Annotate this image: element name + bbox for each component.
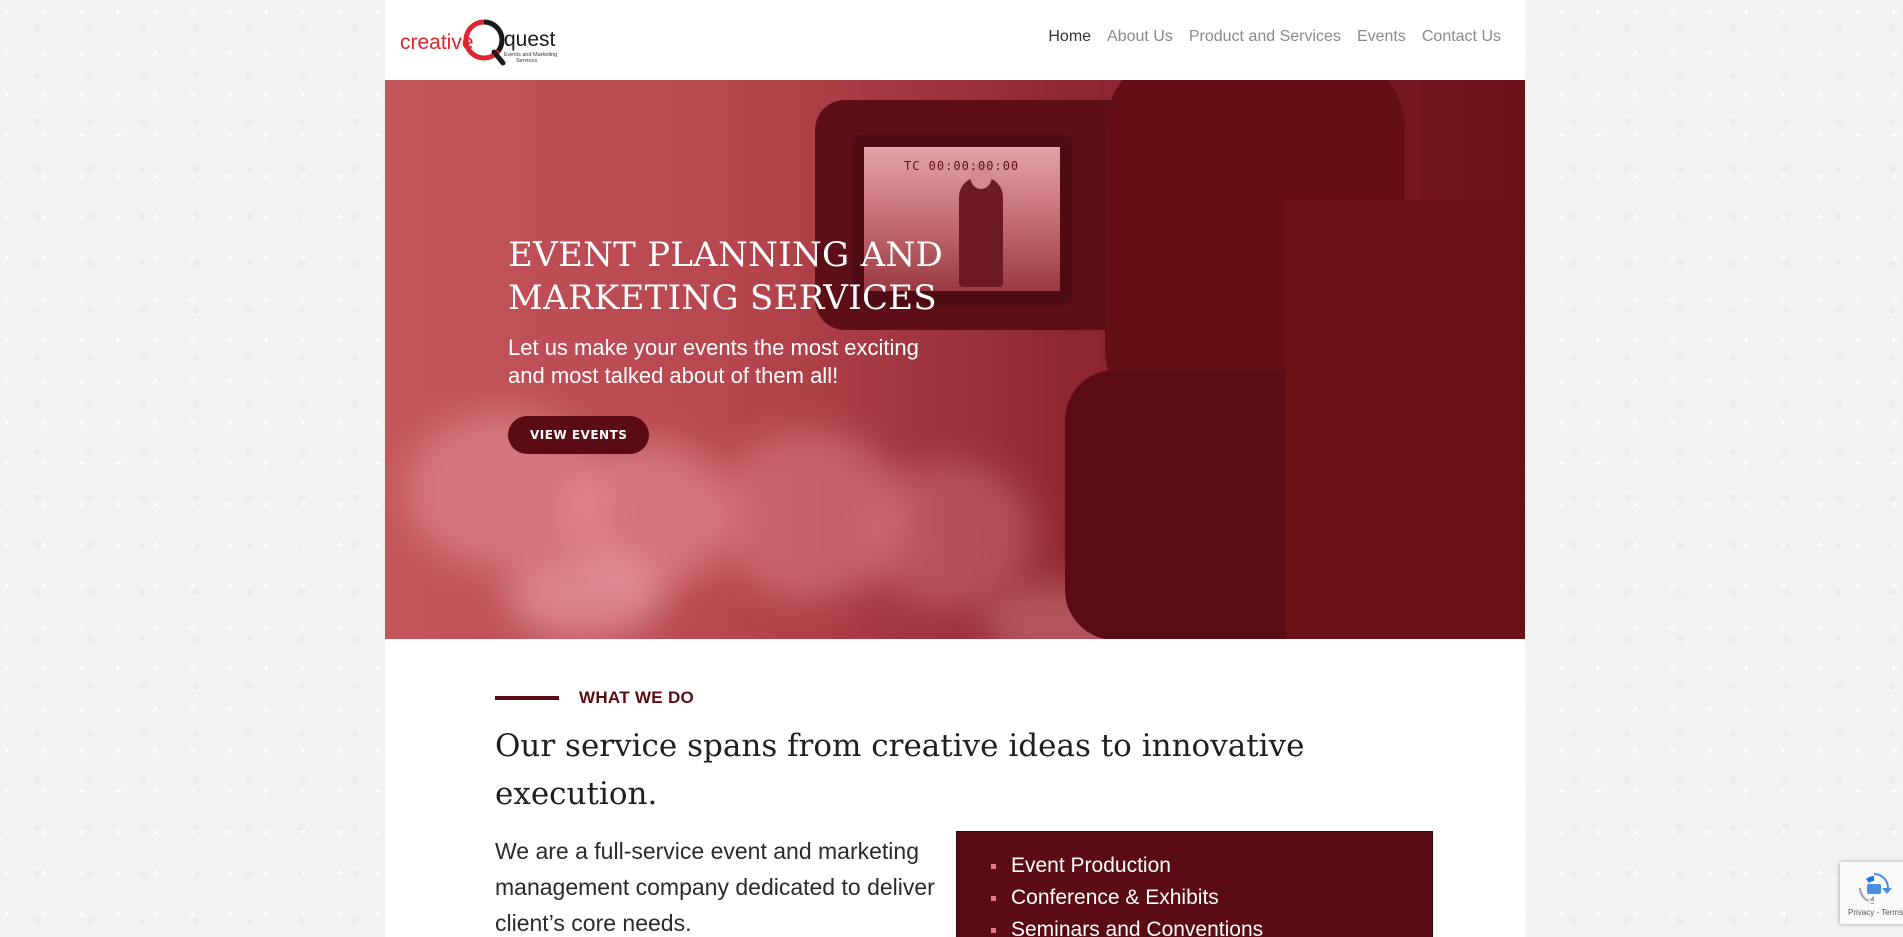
hero-bokeh: [865, 460, 1035, 610]
service-item: Event Production: [991, 850, 1432, 882]
nav-item-contact-us[interactable]: Contact Us: [1422, 28, 1501, 46]
hero-subtitle: Let us make your events the most excitin…: [508, 335, 919, 388]
site-logo[interactable]: creative quest Events and Marketing Serv…: [400, 16, 580, 68]
logo-q-tail: [491, 49, 506, 66]
recaptcha-badge[interactable]: Privacy - Terms: [1840, 862, 1903, 924]
hero-banner: TC 00:00:00:00 EVENT PLANNING AND MARKET…: [385, 80, 1525, 639]
viewfinder-timecode: TC 00:00:00:00: [904, 159, 1020, 173]
services-panel: Event Production Conference & Exhibits S…: [956, 831, 1433, 937]
service-item: Seminars and Conventions: [991, 914, 1432, 937]
presenter-figure: [959, 177, 1003, 287]
service-item: Conference & Exhibits: [991, 882, 1432, 914]
logo-tagline-2: Services: [516, 58, 537, 64]
page-container: creative quest Events and Marketing Serv…: [385, 0, 1525, 937]
nav-item-about-us[interactable]: About Us: [1107, 28, 1173, 46]
hero-camera-body: [1285, 200, 1525, 639]
hero-bokeh: [505, 550, 665, 639]
logo-graphic: creative quest Events and Marketing Serv…: [400, 19, 557, 66]
hero-title: EVENT PLANNING AND MARKETING SERVICES: [508, 235, 944, 318]
recaptcha-icon: [1859, 873, 1892, 904]
main-nav: Home About Us Product and Services Event…: [1048, 28, 1501, 46]
view-events-button[interactable]: VIEW EVENTS: [508, 416, 650, 454]
section-body: We are a full-service event and marketin…: [495, 838, 935, 936]
kicker-label: WHAT WE DO: [579, 688, 695, 707]
kicker-divider: [495, 696, 559, 700]
section-headline: Our service spans from creative ideas to…: [495, 728, 1305, 812]
recaptcha-terms[interactable]: Privacy - Terms: [1848, 908, 1903, 917]
nav-item-home[interactable]: Home: [1048, 28, 1091, 46]
logo-word-creative: creative: [400, 31, 474, 54]
services-list: Event Production Conference & Exhibits S…: [957, 832, 1432, 937]
hero-content: EVENT PLANNING AND MARKETING SERVICES Le…: [508, 234, 948, 454]
logo-word-quest: quest: [504, 28, 556, 51]
nav-item-product-and-services[interactable]: Product and Services: [1189, 28, 1341, 46]
section-kicker: WHAT WE DO: [495, 688, 694, 708]
site-header: creative quest Events and Marketing Serv…: [385, 0, 1525, 80]
nav-item-events[interactable]: Events: [1357, 28, 1406, 46]
